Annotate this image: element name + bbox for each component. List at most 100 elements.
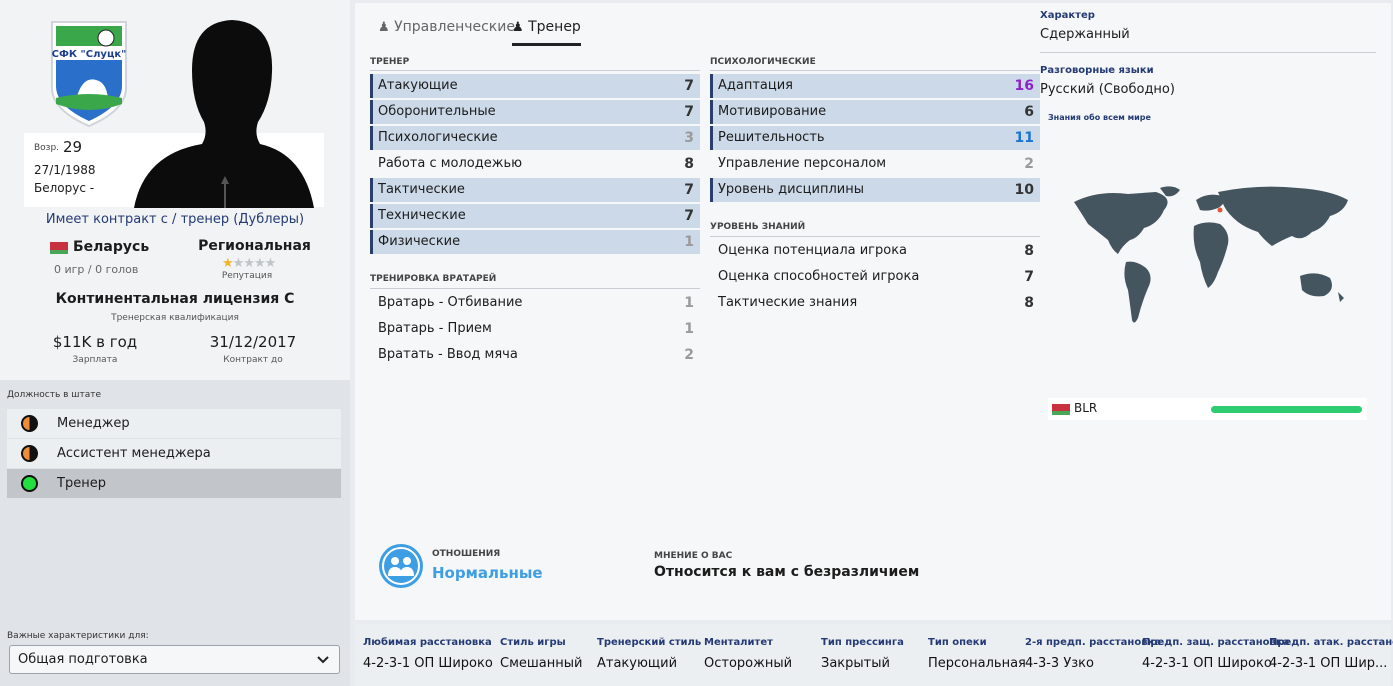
psych-section-title: ПСИХОЛОГИЧЕСКИЕ — [710, 57, 816, 67]
attribute-label: Тактические — [378, 182, 465, 197]
attribute-label: Вратать - Ввод мяча — [378, 347, 518, 362]
attribute-value: 2 — [684, 347, 694, 363]
chevron-down-icon — [317, 656, 329, 664]
date-of-birth: 27/1/1988 — [34, 163, 96, 177]
attribute-label: Решительность — [718, 130, 825, 145]
key-attributes-select[interactable]: Общая подготовка — [9, 645, 340, 674]
license-label: Тренерская квалификация — [111, 313, 239, 323]
languages-value: Русский (Свободно) — [1040, 82, 1175, 97]
attribute-row[interactable]: Тактические знания 8 — [710, 291, 1040, 315]
attribute-row[interactable]: Вратарь - Отбивание 1 — [370, 291, 700, 315]
tactic-value: Закрытый — [821, 656, 890, 671]
tactic-field: Предп. защ. расстановка 4-2-3-1 ОП Широко — [1142, 637, 1289, 671]
attribute-row[interactable]: Решительность 11 — [710, 126, 1040, 150]
divider — [710, 70, 1040, 71]
attribute-row[interactable]: Адаптация 16 — [710, 74, 1040, 98]
attribute-value: 8 — [1024, 243, 1034, 259]
attribute-label: Управление персоналом — [718, 156, 887, 171]
staff-role-item[interactable]: Ассистент менеджера — [7, 439, 341, 468]
tactic-title: Менталитет — [704, 637, 773, 648]
divider — [710, 236, 1040, 237]
tab-bar: ♟ Управленческие ♟ Тренер — [378, 14, 598, 48]
attribute-value: 8 — [1024, 295, 1034, 311]
attribute-row[interactable]: Психологические 3 — [370, 126, 700, 150]
attribute-row[interactable]: Оборонительные 7 — [370, 100, 700, 124]
tab-coach[interactable]: ♟ Тренер — [512, 14, 581, 46]
contract-role-link[interactable]: тренер (Дублеры) — [181, 212, 305, 227]
attribute-row[interactable]: Физические 1 — [370, 230, 700, 254]
attribute-label: Оценка потенциала игрока — [718, 243, 908, 258]
attribute-label: Вратарь - Прием — [378, 321, 492, 336]
languages-label: Разговорные языки — [1040, 65, 1154, 76]
staff-role-label: Ассистент менеджера — [57, 446, 211, 461]
star-icon: ★ — [222, 256, 234, 271]
staff-role-title: Должность в штате — [7, 390, 102, 400]
attribute-label: Оценка способностей игрока — [718, 269, 920, 284]
tactic-value: 4-3-3 Узко — [1025, 656, 1094, 671]
tab-management-label: Управленческие — [394, 19, 515, 35]
tactic-field: 2-я предп. расстановка 4-3-3 Узко — [1025, 637, 1161, 671]
attribute-value: 7 — [684, 78, 694, 94]
divider — [370, 288, 700, 289]
reputation-label: Репутация — [221, 271, 273, 281]
tab-management[interactable]: ♟ Управленческие — [378, 14, 515, 46]
staff-role-item[interactable]: Менеджер — [7, 409, 341, 438]
tactic-value: 4-2-3-1 ОП Широко — [363, 656, 493, 671]
attribute-label: Работа с молодежью — [378, 156, 523, 171]
attribute-row[interactable]: Работа с молодежью 8 — [370, 152, 700, 176]
nation-link[interactable]: Беларусь — [73, 239, 149, 255]
attribute-row[interactable]: Вратать - Ввод мяча 2 — [370, 343, 700, 367]
attribute-value: 8 — [684, 156, 694, 172]
club-crest-icon: СФК "Слуцк" — [51, 21, 127, 128]
role-status-icon — [21, 415, 38, 432]
attribute-row[interactable]: Тактические 7 — [370, 178, 700, 202]
attribute-value: 11 — [1014, 130, 1034, 146]
knowledge-section-title: УРОВЕНЬ ЗНАНИЙ — [710, 222, 806, 232]
contract-end-value: 31/12/2017 — [209, 333, 297, 351]
attribute-value: 1 — [684, 295, 694, 311]
person-silhouette-icon — [134, 20, 314, 208]
attribute-label: Атакующие — [378, 78, 458, 93]
knowledge-bar-fill — [1211, 406, 1362, 413]
contract-prefix: Имеет контракт с / — [45, 212, 177, 227]
attribute-row[interactable]: Управление персоналом 2 — [710, 152, 1040, 176]
tactic-title: 2-я предп. расстановка — [1025, 637, 1162, 648]
tactic-value: Смешанный — [500, 656, 583, 671]
staff-role-item[interactable]: Тренер — [7, 469, 341, 498]
attribute-label: Тактические знания — [718, 295, 858, 310]
attribute-row[interactable]: Оценка потенциала игрока 8 — [710, 239, 1040, 263]
key-attributes-value: Общая подготовка — [18, 652, 148, 667]
opinion-value: Относится к вам с безразличием — [654, 564, 920, 580]
attribute-row[interactable]: Вратарь - Прием 1 — [370, 317, 700, 341]
coach-section-title: ТРЕНЕР — [370, 57, 410, 67]
knowledge-bar-track — [1211, 406, 1362, 413]
attribute-row[interactable]: Мотивирование 6 — [710, 100, 1040, 124]
relations-label: ОТНОШЕНИЯ — [432, 549, 501, 559]
role-status-icon — [21, 475, 38, 492]
key-attributes-label: Важные характеристики для: — [7, 631, 149, 641]
tactic-title: Тренерский стиль — [597, 637, 702, 648]
attribute-row[interactable]: Оценка способностей игрока 7 — [710, 265, 1040, 289]
country-code: BLR — [1074, 401, 1098, 415]
tactic-title: Предп. атак. расстано... — [1269, 637, 1393, 648]
attribute-row[interactable]: Технические 7 — [370, 204, 700, 228]
star-icon: ★ — [243, 256, 255, 271]
role-status-icon — [21, 445, 38, 462]
tactic-title: Тип опеки — [928, 637, 987, 648]
attribute-row[interactable]: Уровень дисциплины 10 — [710, 178, 1040, 202]
attribute-label: Мотивирование — [718, 104, 827, 119]
people-icon: ♟ — [378, 20, 390, 35]
tactic-field: Тип прессинга Закрытый — [821, 637, 904, 671]
character-label: Характер — [1040, 10, 1095, 21]
attribute-value: 3 — [684, 130, 694, 146]
country-marker — [1217, 207, 1223, 213]
tactic-field: Тренерский стиль Атакующий — [597, 637, 701, 671]
tactic-field: Любимая расстановка 4-2-3-1 ОП Широко — [363, 637, 493, 671]
belarus-flag-icon — [50, 242, 68, 254]
contract-end-label: Контракт до — [223, 355, 283, 365]
divider — [370, 70, 700, 71]
tactic-title: Любимая расстановка — [363, 637, 492, 648]
attribute-row[interactable]: Атакующие 7 — [370, 74, 700, 98]
coach-icon: ♟ — [512, 20, 524, 35]
tactic-field: Тип опеки Персональная — [928, 637, 1026, 671]
